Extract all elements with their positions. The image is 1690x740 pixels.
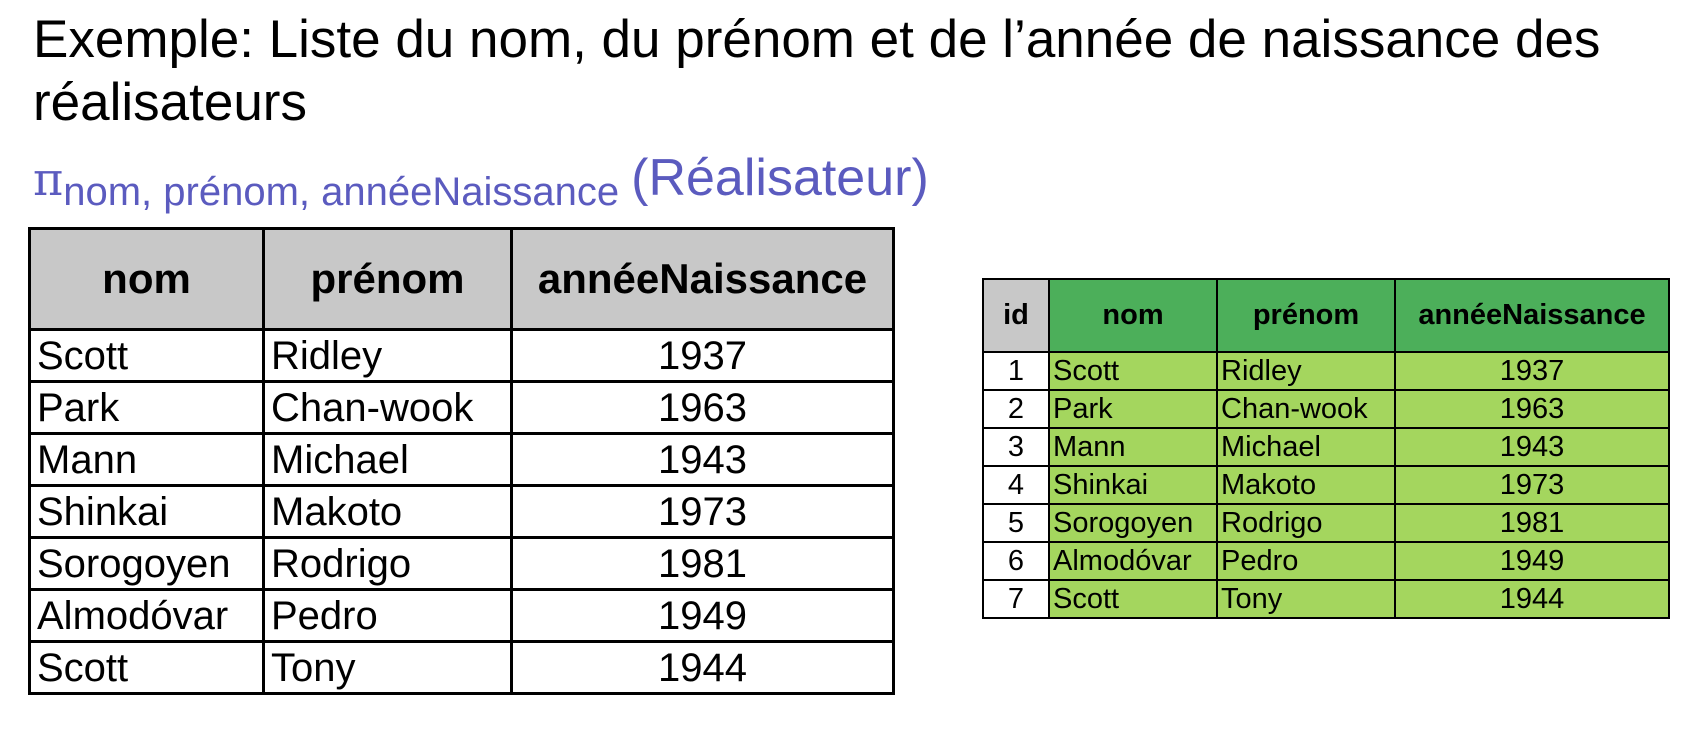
table-row: Shinkai Makoto 1973 xyxy=(28,484,895,539)
cell-prenom: Makoto xyxy=(262,484,513,539)
table-row: 1 Scott Ridley 1937 xyxy=(982,351,1670,391)
cell-nom: Scott xyxy=(28,328,265,383)
cell-nom: Almodóvar xyxy=(28,588,265,643)
table-row: 6 Almodóvar Pedro 1949 xyxy=(982,541,1670,581)
cell-annee: 1973 xyxy=(510,484,895,539)
cell-prenom: Makoto xyxy=(1216,465,1396,505)
cell-id: 4 xyxy=(982,465,1050,505)
table-row: 2 Park Chan-wook 1963 xyxy=(982,389,1670,429)
cell-nom: Mann xyxy=(1048,427,1218,467)
table-row: 4 Shinkai Makoto 1973 xyxy=(982,465,1670,505)
cell-id: 3 xyxy=(982,427,1050,467)
cell-annee: 1937 xyxy=(1394,351,1670,391)
cell-nom: Park xyxy=(28,380,265,435)
cell-nom: Scott xyxy=(1048,351,1218,391)
cell-nom: Sorogoyen xyxy=(1048,503,1218,543)
source-header-id: id xyxy=(982,278,1050,353)
cell-annee: 1944 xyxy=(1394,579,1670,619)
cell-prenom: Ridley xyxy=(1216,351,1396,391)
cell-annee: 1943 xyxy=(510,432,895,487)
cell-prenom: Pedro xyxy=(262,588,513,643)
cell-annee: 1973 xyxy=(1394,465,1670,505)
source-table-header-row: id nom prénom annéeNaissance xyxy=(982,278,1670,353)
cell-prenom: Chan-wook xyxy=(262,380,513,435)
cell-nom: Sorogoyen xyxy=(28,536,265,591)
table-row: Park Chan-wook 1963 xyxy=(28,380,895,435)
cell-nom: Park xyxy=(1048,389,1218,429)
cell-annee: 1944 xyxy=(510,640,895,695)
cell-prenom: Tony xyxy=(1216,579,1396,619)
cell-id: 6 xyxy=(982,541,1050,581)
cell-nom: Shinkai xyxy=(1048,465,1218,505)
cell-annee: 1963 xyxy=(510,380,895,435)
cell-prenom: Ridley xyxy=(262,328,513,383)
cell-nom: Mann xyxy=(28,432,265,487)
result-table: nom prénom annéeNaissance Scott Ridley 1… xyxy=(28,227,895,695)
result-header-nom: nom xyxy=(28,227,265,331)
table-row: Mann Michael 1943 xyxy=(28,432,895,487)
table-row: Scott Ridley 1937 xyxy=(28,328,895,383)
cell-annee: 1937 xyxy=(510,328,895,383)
table-row: 7 Scott Tony 1944 xyxy=(982,579,1670,619)
source-table: id nom prénom annéeNaissance 1 Scott Rid… xyxy=(982,278,1670,619)
source-header-annee: annéeNaissance xyxy=(1394,278,1670,353)
cell-id: 2 xyxy=(982,389,1050,429)
cell-nom: Scott xyxy=(1048,579,1218,619)
cell-id: 1 xyxy=(982,351,1050,391)
table-row: Almodóvar Pedro 1949 xyxy=(28,588,895,643)
cell-id: 5 xyxy=(982,503,1050,543)
cell-prenom: Michael xyxy=(1216,427,1396,467)
table-row: 5 Sorogoyen Rodrigo 1981 xyxy=(982,503,1670,543)
cell-annee: 1949 xyxy=(510,588,895,643)
slide-title: Exemple: Liste du nom, du prénom et de l… xyxy=(33,10,1601,132)
cell-nom: Almodóvar xyxy=(1048,541,1218,581)
cell-prenom: Chan-wook xyxy=(1216,389,1396,429)
cell-prenom: Tony xyxy=(262,640,513,695)
table-row: Sorogoyen Rodrigo 1981 xyxy=(28,536,895,591)
result-header-prenom: prénom xyxy=(262,227,513,331)
cell-annee: 1981 xyxy=(1394,503,1670,543)
cell-nom: Shinkai xyxy=(28,484,265,539)
projection-formula: πnom, prénom, annéeNaissance (Réalisateur… xyxy=(33,148,929,214)
cell-annee: 1943 xyxy=(1394,427,1670,467)
cell-prenom: Rodrigo xyxy=(1216,503,1396,543)
table-row: 3 Mann Michael 1943 xyxy=(982,427,1670,467)
projection-symbol: π xyxy=(33,152,64,206)
projection-relation: (Réalisateur) xyxy=(631,149,929,207)
cell-annee: 1963 xyxy=(1394,389,1670,429)
table-row: Scott Tony 1944 xyxy=(28,640,895,695)
projection-attributes: nom, prénom, annéeNaissance xyxy=(63,170,620,214)
cell-annee: 1981 xyxy=(510,536,895,591)
result-table-header-row: nom prénom annéeNaissance xyxy=(28,227,895,331)
source-header-prenom: prénom xyxy=(1216,278,1396,353)
source-header-nom: nom xyxy=(1048,278,1218,353)
cell-id: 7 xyxy=(982,579,1050,619)
cell-prenom: Michael xyxy=(262,432,513,487)
result-header-annee: annéeNaissance xyxy=(510,227,895,331)
cell-prenom: Pedro xyxy=(1216,541,1396,581)
cell-nom: Scott xyxy=(28,640,265,695)
cell-prenom: Rodrigo xyxy=(262,536,513,591)
cell-annee: 1949 xyxy=(1394,541,1670,581)
